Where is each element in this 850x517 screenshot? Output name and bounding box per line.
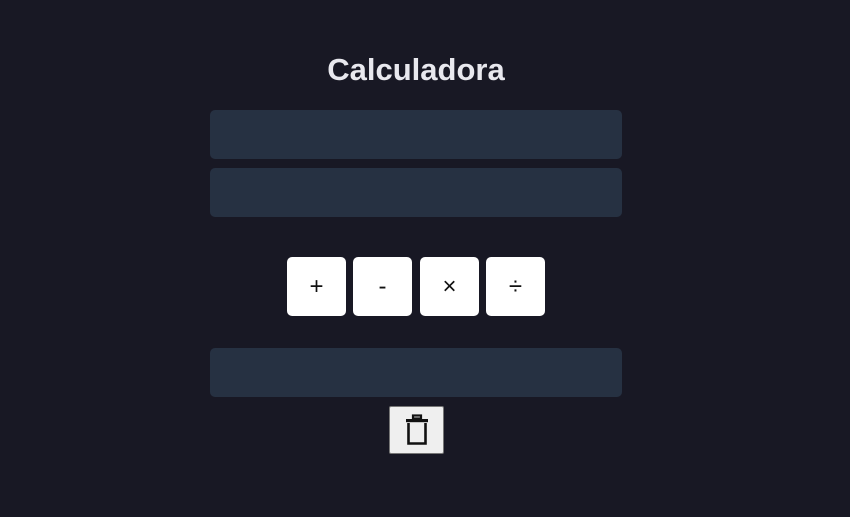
subtract-button[interactable]: - (353, 257, 412, 316)
second-number-input[interactable] (210, 168, 622, 217)
multiply-button[interactable]: × (420, 257, 479, 316)
first-number-input[interactable] (210, 110, 622, 159)
result-field[interactable] (210, 348, 622, 397)
add-button[interactable]: + (287, 257, 346, 316)
clear-button[interactable] (389, 406, 444, 454)
trash-icon (405, 414, 429, 446)
calculator-app: Calculadora + - × ÷ (0, 0, 850, 517)
page-title: Calculadora (327, 52, 505, 87)
divide-button[interactable]: ÷ (486, 257, 545, 316)
